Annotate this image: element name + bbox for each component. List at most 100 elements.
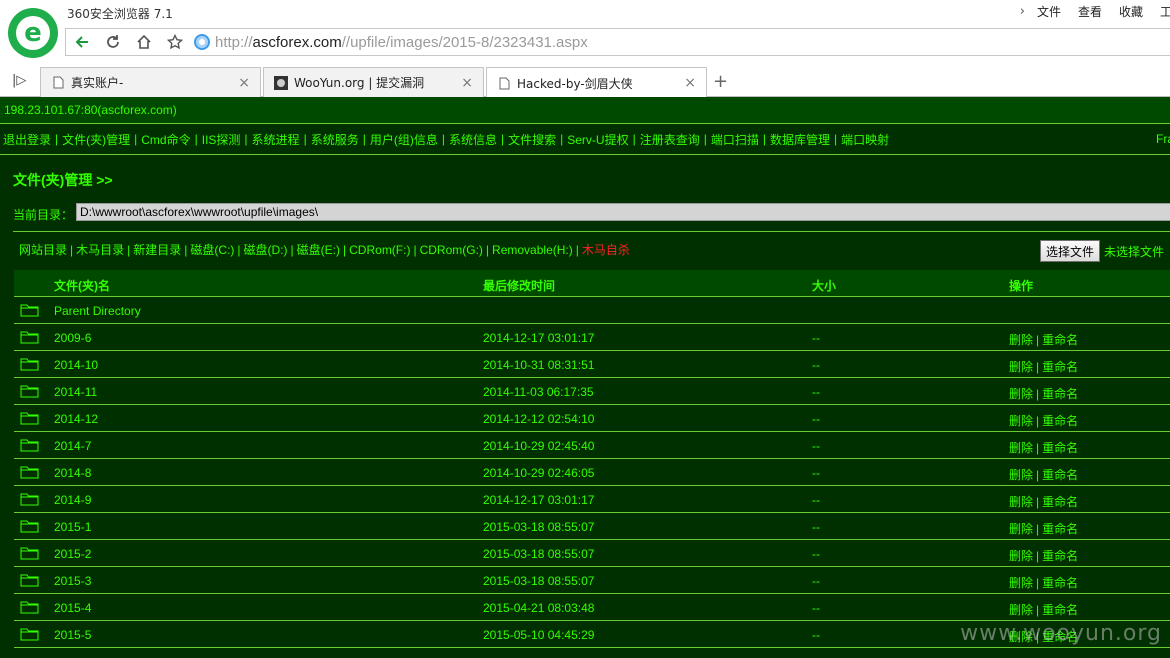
drive-link[interactable]: 网站目录: [19, 243, 67, 257]
rename-link[interactable]: 重命名: [1042, 549, 1078, 563]
rename-link[interactable]: 重命名: [1042, 360, 1078, 374]
favorite-button[interactable]: [159, 29, 190, 55]
folder-name-link[interactable]: 2014-8: [54, 466, 91, 480]
drive-link[interactable]: CDRom(G:): [420, 243, 483, 257]
function-link[interactable]: 文件(夹)管理: [62, 131, 130, 148]
folder-name-link[interactable]: 2014-11: [54, 385, 97, 399]
folder-name-link[interactable]: 2014-10: [54, 358, 98, 372]
function-link[interactable]: 退出登录: [3, 131, 51, 148]
rename-link[interactable]: 重命名: [1042, 603, 1078, 617]
folder-name-link[interactable]: 2014-12: [54, 412, 98, 426]
separator: |: [362, 132, 366, 146]
drive-link[interactable]: 磁盘(C:): [190, 243, 234, 257]
function-link[interactable]: 端口扫描: [711, 131, 759, 148]
function-link[interactable]: 注册表查询: [640, 131, 700, 148]
folder-name-link[interactable]: 2015-5: [54, 628, 91, 642]
rename-link[interactable]: 重命名: [1042, 495, 1078, 509]
choose-file-button[interactable]: 选择文件: [1040, 240, 1101, 262]
webshell-page: 198.23.101.67:80(ascforex.com) 退出登录 | 文件(夹…: [0, 97, 1170, 658]
menu-file[interactable]: 文件: [1037, 3, 1061, 20]
drive-link[interactable]: Removable(H:): [492, 243, 573, 257]
drive-link[interactable]: CDRom(F:): [349, 243, 410, 257]
delete-link[interactable]: 删除: [1009, 495, 1033, 509]
rename-link[interactable]: 重命名: [1042, 414, 1078, 428]
drive-link[interactable]: 磁盘(D:): [244, 243, 288, 257]
function-link[interactable]: IIS探测: [202, 131, 241, 148]
new-tab-plus-icon[interactable]: +: [713, 71, 728, 92]
function-link[interactable]: 文件搜索: [508, 131, 556, 148]
separator: |: [834, 132, 838, 146]
delete-link[interactable]: 删除: [1009, 468, 1033, 482]
modified-time: 2015-03-18 08:55:07: [483, 547, 595, 561]
delete-link[interactable]: 删除: [1009, 603, 1033, 617]
delete-link[interactable]: 删除: [1009, 441, 1033, 455]
folder-name-link[interactable]: 2009-6: [54, 331, 91, 345]
separator: |: [303, 132, 307, 146]
function-link[interactable]: 系统服务: [311, 131, 359, 148]
sidebar-toggle-icon[interactable]: |▷: [12, 73, 26, 88]
tab-hacked[interactable]: Hacked-by-剑眉大侠 ×: [486, 67, 707, 98]
chevron-right-icon[interactable]: ›: [1020, 4, 1025, 19]
menu-favorites[interactable]: 收藏: [1119, 3, 1143, 20]
refresh-button[interactable]: [97, 29, 128, 55]
separator: |: [575, 243, 579, 257]
separator: |: [55, 132, 59, 146]
page-icon: [497, 76, 511, 90]
rename-link[interactable]: 重命名: [1042, 387, 1078, 401]
tab-label: Hacked-by-剑眉大侠: [517, 76, 633, 91]
menu-view[interactable]: 查看: [1078, 3, 1102, 20]
folder-name-link[interactable]: 2015-1: [54, 520, 91, 534]
drive-link[interactable]: 磁盘(E:): [297, 243, 340, 257]
tab-real-account[interactable]: 真实账户- ×: [40, 67, 261, 97]
drive-link[interactable]: 新建目录: [133, 243, 181, 257]
rename-link[interactable]: 重命名: [1042, 441, 1078, 455]
separator: |: [184, 243, 188, 257]
delete-link[interactable]: 删除: [1009, 387, 1033, 401]
menu-tools[interactable]: 工: [1160, 3, 1170, 20]
close-icon[interactable]: ×: [461, 75, 473, 91]
function-link[interactable]: 系统进程: [252, 131, 300, 148]
function-link[interactable]: Cmd命令: [141, 131, 190, 148]
separator: |: [1036, 468, 1040, 482]
close-icon[interactable]: ×: [238, 75, 250, 91]
back-button[interactable]: [66, 29, 97, 55]
home-button[interactable]: [128, 29, 159, 55]
function-link[interactable]: Serv-U提权: [567, 131, 628, 148]
function-link[interactable]: 用户(组)信息: [370, 131, 438, 148]
rename-link[interactable]: 重命名: [1042, 468, 1078, 482]
upload-control: 选择文件 未选择文件: [1040, 240, 1164, 262]
function-link[interactable]: 数据库管理: [770, 131, 830, 148]
url-field[interactable]: http://ascforex.com//upfile/images/2015-…: [215, 34, 588, 51]
actions: 删除 | 重命名: [1009, 385, 1078, 402]
tab-wooyun[interactable]: WooYun.org | 提交漏洞 ×: [263, 67, 484, 97]
function-link[interactable]: 系统信息: [449, 131, 497, 148]
self-destruct-link[interactable]: 木马自杀: [582, 243, 630, 257]
close-icon[interactable]: ×: [684, 75, 696, 91]
delete-link[interactable]: 删除: [1009, 414, 1033, 428]
current-dir-input[interactable]: D:\wwwroot\ascforex\wwwroot\upfile\image…: [76, 203, 1170, 221]
folder-name-link[interactable]: 2015-3: [54, 574, 91, 588]
function-menu-overflow[interactable]: Fra: [1156, 132, 1170, 146]
parent-directory-link[interactable]: Parent Directory: [54, 304, 141, 318]
rename-link[interactable]: 重命名: [1042, 333, 1078, 347]
browser-logo-icon[interactable]: e: [8, 8, 58, 58]
drive-link[interactable]: 木马目录: [76, 243, 124, 257]
size: --: [812, 358, 820, 372]
rename-link[interactable]: 重命名: [1042, 522, 1078, 536]
delete-link[interactable]: 删除: [1009, 333, 1033, 347]
page-icon: [51, 76, 65, 90]
folder-name-link[interactable]: 2014-7: [54, 439, 91, 453]
folder-name-link[interactable]: 2015-2: [54, 547, 91, 561]
delete-link[interactable]: 删除: [1009, 522, 1033, 536]
folder-name-link[interactable]: 2014-9: [54, 493, 91, 507]
tab-label: WooYun.org | 提交漏洞: [294, 76, 425, 90]
modified-time: 2014-11-03 06:17:35: [483, 385, 594, 399]
separator: |: [500, 132, 505, 146]
function-link[interactable]: 端口映射: [841, 131, 889, 148]
delete-link[interactable]: 删除: [1009, 576, 1033, 590]
delete-link[interactable]: 删除: [1009, 549, 1033, 563]
address-bar: http://ascforex.com//upfile/images/2015-…: [65, 28, 1170, 56]
rename-link[interactable]: 重命名: [1042, 576, 1078, 590]
delete-link[interactable]: 删除: [1009, 360, 1033, 374]
folder-name-link[interactable]: 2015-4: [54, 601, 91, 615]
